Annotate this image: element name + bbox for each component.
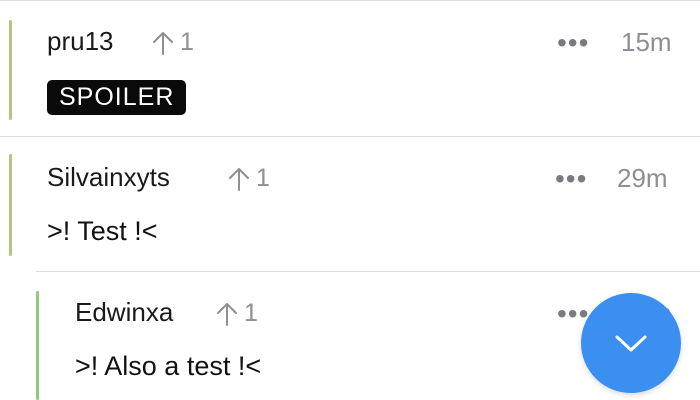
comment-silvainxyts[interactable]: Silvainxyts 1 ••• 29m >! Test !< <box>0 137 700 270</box>
thread-depth-bar <box>9 20 12 120</box>
arrow-up-icon <box>153 31 173 55</box>
comment-author[interactable]: Silvainxyts <box>47 162 170 193</box>
comment-timestamp: 15m <box>621 27 672 57</box>
comment-thread-view: pru13 1 ••• 15m SPOILER Silvainxyts 1 ••… <box>0 0 700 400</box>
scroll-to-next-button[interactable] <box>581 293 681 393</box>
comment-score[interactable]: 1 <box>228 164 270 193</box>
comment-body: >! Also a test !< <box>75 351 262 381</box>
ellipsis-icon: ••• <box>557 27 590 58</box>
ellipsis-icon: ••• <box>555 163 588 194</box>
chevron-down-icon <box>615 335 647 352</box>
thread-depth-bar <box>9 154 12 256</box>
thread-depth-bar <box>36 291 39 400</box>
comment-score[interactable]: 1 <box>216 299 258 328</box>
arrow-up-icon <box>217 302 237 326</box>
comment-body: >! Test !< <box>47 216 158 246</box>
arrow-up-icon <box>229 167 249 191</box>
score-value: 1 <box>256 164 270 192</box>
comment-score[interactable]: 1 <box>152 28 194 57</box>
spoiler-tag: SPOILER <box>47 80 187 115</box>
comment-author[interactable]: pru13 <box>47 26 114 57</box>
more-options-button[interactable]: ••• <box>557 29 589 57</box>
comment-pru13[interactable]: pru13 1 ••• 15m SPOILER <box>0 0 700 136</box>
comment-author[interactable]: Edwinxa <box>75 297 173 328</box>
score-value: 1 <box>244 299 258 327</box>
comment-timestamp: 29m <box>617 163 668 193</box>
score-value: 1 <box>180 28 194 56</box>
more-options-button[interactable]: ••• <box>555 165 587 193</box>
